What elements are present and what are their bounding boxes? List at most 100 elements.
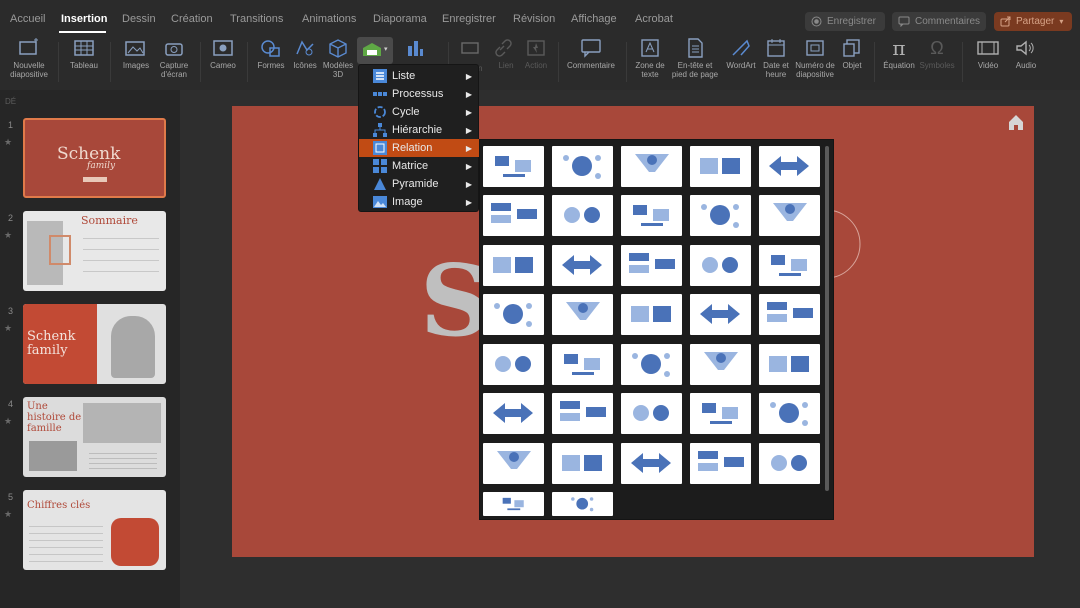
ribbon-separator [558,42,559,82]
tab-diaporama[interactable]: Diaporama [373,13,427,25]
3d-models-button[interactable]: Modèles 3D [320,38,356,79]
tab-acrobat[interactable]: Acrobat [635,13,673,25]
wordart-button[interactable]: WordArt [722,38,760,70]
slide-thumbnail-1[interactable]: Schenk family [23,118,166,198]
slide-thumbnail-4[interactable]: Une histoire de famille [23,397,166,477]
smartart-layout-linear-venn[interactable] [759,443,820,484]
smartart-layout-radial-venn[interactable] [690,393,751,434]
smartart-layout-radial-cluster[interactable] [483,393,544,434]
submenu-arrow-icon: ▶ [465,89,472,99]
table-button[interactable]: Tableau [64,38,104,70]
tab-dessin[interactable]: Dessin [122,13,156,25]
smartart-layout-half-circle-list[interactable] [483,294,544,335]
tab-affichage[interactable]: Affichage [571,13,617,25]
screenshot-button[interactable]: Capture d'écran [154,38,194,79]
equation-button[interactable]: π Équation [878,38,920,70]
object-button[interactable]: Objet [838,38,866,70]
stacked-bars-icon [495,356,531,372]
tab-animations[interactable]: Animations [302,13,356,25]
menu-item-matrice[interactable]: Matrice ▶ [359,157,480,175]
smartart-layout-funnel-circle[interactable] [552,146,613,187]
smartart-layout-circular-radial[interactable] [759,393,820,434]
chart-button[interactable] [400,38,430,61]
smartart-layout-target[interactable] [483,443,544,484]
smartart-layout-pie[interactable] [621,443,682,484]
tab-accueil[interactable]: Accueil [10,13,45,25]
new-slide-button[interactable]: Nouvelle diapositive [6,38,52,79]
addins-button[interactable]: n [452,38,488,73]
smartart-layout-funnel[interactable] [621,146,682,187]
symbols-button[interactable]: Ω Symboles [918,38,956,70]
cameo-button[interactable]: Cameo [204,38,242,70]
smartart-layout-horizontal-equation[interactable] [621,344,682,385]
nested-boxes-icon [771,255,807,276]
smartart-layout-related-blocks[interactable] [690,344,751,385]
smartart-layout-tabbed-table[interactable] [552,294,613,335]
menu-item-liste[interactable]: Liste ▶ [359,67,480,85]
menu-item-pyramide[interactable]: Pyramide ▶ [359,175,480,193]
slide-thumbnail-3[interactable]: Schenk family [23,304,166,384]
comments-button[interactable]: Commentaires [892,12,986,31]
video-button[interactable]: Vidéo [968,38,1008,70]
header-footer-icon [688,38,703,58]
menu-item-relation[interactable]: Relation ▶ [359,139,480,157]
smartart-layout-nested-target[interactable] [483,492,544,516]
smartart-layout-nested-boxes[interactable] [759,245,820,286]
icons-button[interactable]: Icônes [288,38,322,70]
tab-insertion[interactable]: Insertion [61,13,107,25]
menu-item-image[interactable]: Image ▶ [359,193,480,211]
smartart-layout-diverging-arrows[interactable] [552,245,613,286]
smartart-layout-plus-minus[interactable] [552,195,613,236]
gallery-scrollbar[interactable] [825,146,829,491]
audio-button[interactable]: Audio [1008,38,1044,70]
action-button[interactable]: Action [520,38,552,70]
smartart-layout-equation[interactable] [552,344,613,385]
comment-button[interactable]: Commentaire [562,38,620,70]
smartart-layout-arrow-ribbon[interactable] [759,195,820,236]
smartart-layout-up-down-arrows[interactable] [621,245,682,286]
object-icon [843,39,860,57]
smartart-layout-venn-three[interactable] [690,443,751,484]
smartart-layout-arrow-relationship[interactable] [552,492,613,516]
smartart-layout-opposing-arrows[interactable] [690,195,751,236]
smartart-layout-stacked-bars[interactable] [483,344,544,385]
tab-enregistrer[interactable]: Enregistrer [442,13,496,25]
smartart-layout-diverging-radial[interactable] [621,393,682,434]
textbox-button[interactable]: Zone de texte [630,38,670,79]
datetime-button[interactable]: Date et heure [760,38,792,79]
header-footer-button[interactable]: En-tête et pied de page [670,38,720,79]
slide-thumbnail-5[interactable]: Chiffres clés [23,490,166,570]
record-button[interactable]: Enregistrer [805,12,885,31]
smartart-layout-circular-arrows[interactable] [621,195,682,236]
link-button[interactable]: Lien [492,38,520,70]
menu-item-processus[interactable]: Processus ▶ [359,85,480,103]
smartart-layout-balance[interactable] [483,146,544,187]
smartart-layout-hexagon-cluster[interactable] [759,146,820,187]
smartart-layout-hierarchy-tree[interactable] [759,344,820,385]
picture-icon [373,196,387,208]
images-button[interactable]: Images [116,38,156,70]
home-icon[interactable] [1007,113,1025,131]
shapes-button[interactable]: Formes [252,38,290,70]
smartart-layout-converging-arrows[interactable] [483,245,544,286]
textbox-icon [641,39,659,57]
tab-revision[interactable]: Révision [513,13,555,25]
menu-item-cycle[interactable]: Cycle ▶ [359,103,480,121]
diverging-radial-icon [633,405,669,421]
smartart-layout-column-table[interactable] [621,294,682,335]
tab-creation[interactable]: Création [171,13,213,25]
smartart-layout-segmented-columns[interactable] [690,294,751,335]
slide-thumbnail-2[interactable]: Sommaire [23,211,166,291]
smartart-layout-gears[interactable] [690,146,751,187]
target-icon [497,451,531,469]
menu-item-hierarchie[interactable]: Hiérarchie ▶ [359,121,480,139]
smartart-layout-triangle-pyramid[interactable] [690,245,751,286]
smartart-layout-counterbalance-arrows[interactable] [483,195,544,236]
smartart-button[interactable]: ▾ [357,37,393,64]
smartart-layout-matrix-grid[interactable] [552,443,613,484]
slide-number-button[interactable]: Numéro de diapositive [792,38,838,79]
smartart-layout-labeled-hierarchy[interactable] [759,294,820,335]
smartart-layout-radial-cycle[interactable] [552,393,613,434]
tab-transitions[interactable]: Transitions [230,13,283,25]
share-button[interactable]: Partager ▾ [994,12,1072,31]
